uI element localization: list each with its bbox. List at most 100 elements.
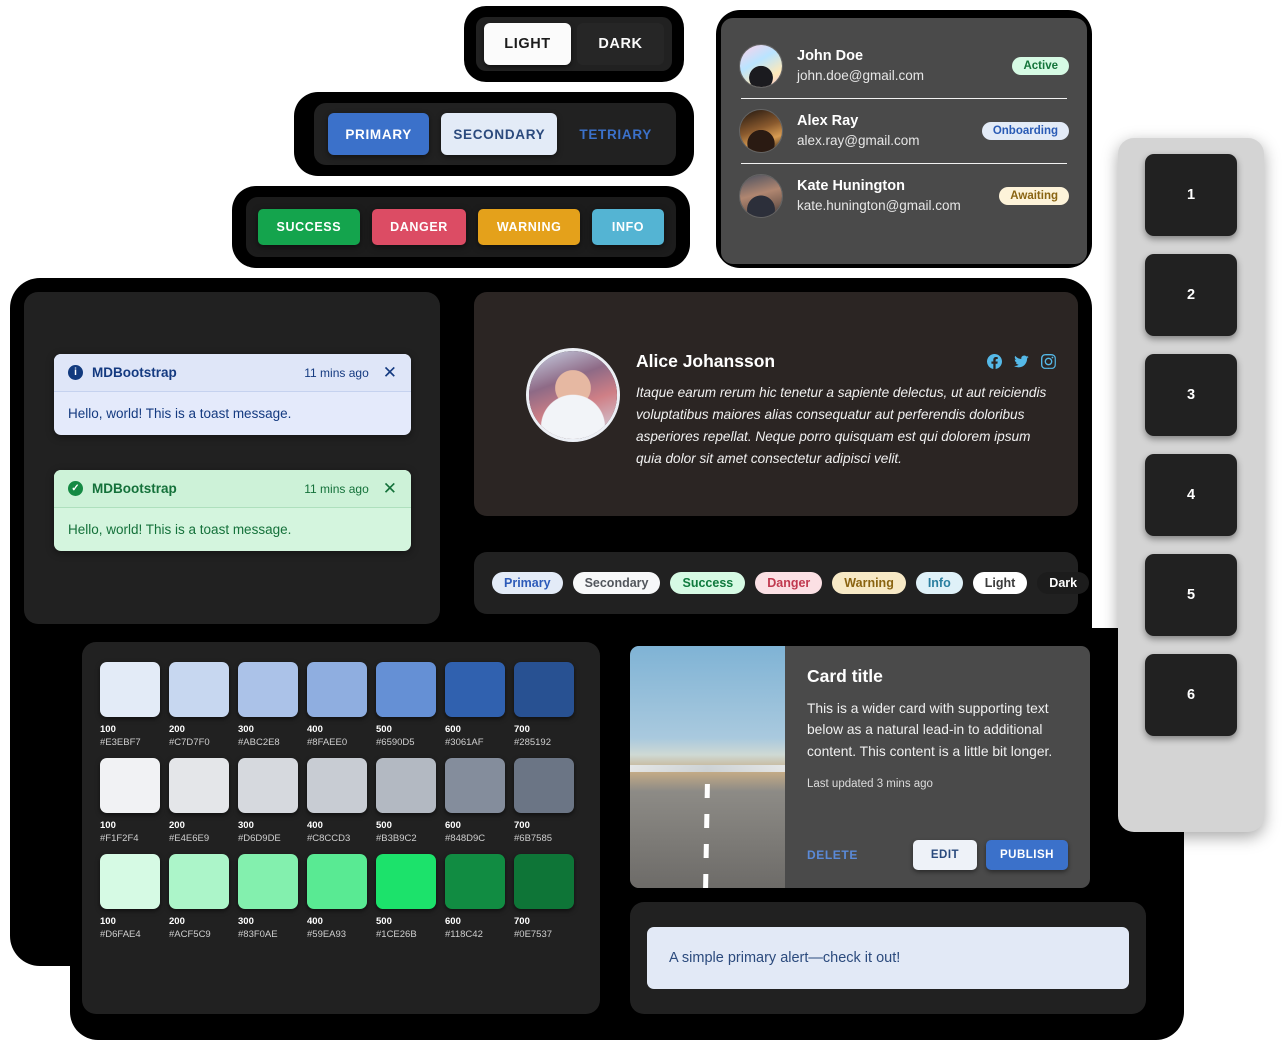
edit-button[interactable]: EDIT: [913, 840, 977, 870]
swatch-color: [238, 854, 298, 909]
swatch-cell[interactable]: 200#ACF5C9: [169, 854, 229, 940]
theme-dark-button[interactable]: DARK: [577, 23, 664, 65]
button-variants-group: PRIMARY SECONDARY TETRIARY: [314, 103, 676, 165]
swatch-hex: #E4E6E9: [169, 833, 229, 844]
swatch-cell[interactable]: 600#848D9C: [445, 758, 505, 844]
list-item[interactable]: 6: [1145, 654, 1237, 736]
primary-alert: A simple primary alert—check it out!: [647, 927, 1129, 989]
swatch-hex: #B3B9C2: [376, 833, 436, 844]
profile-card: Alice Johansson Itaque earum rerum hic t…: [474, 292, 1078, 516]
swatch-cell[interactable]: 100#F1F2F4: [100, 758, 160, 844]
swatch-cell[interactable]: 100#D6FAE4: [100, 854, 160, 940]
swatch-hex: #ACF5C9: [169, 929, 229, 940]
secondary-button[interactable]: SECONDARY: [441, 113, 557, 155]
user-row[interactable]: Alex Rayalex.ray@gmail.comOnboarding: [739, 99, 1069, 163]
profile-social-links: [987, 354, 1056, 374]
swatch-hex: #F1F2F4: [100, 833, 160, 844]
user-email: kate.hunington@gmail.com: [797, 197, 961, 215]
swatch-hex: #ABC2E8: [238, 737, 298, 748]
swatch-step: 200: [169, 820, 229, 831]
list-item[interactable]: 4: [1145, 454, 1237, 536]
swatch-color: [169, 854, 229, 909]
swatch-cell[interactable]: 500#B3B9C2: [376, 758, 436, 844]
alert-panel: A simple primary alert—check it out!: [630, 902, 1146, 1014]
swatch-step: 700: [514, 820, 574, 831]
swatch-cell[interactable]: 200 #E4E6E9: [169, 758, 229, 844]
swatch-cell[interactable]: 500#6590D5: [376, 662, 436, 748]
status-button-success[interactable]: SUCCESS: [258, 209, 360, 245]
swatch-color: [307, 758, 367, 813]
toast-title: MDBootstrap: [92, 365, 177, 380]
swatch-cell[interactable]: 400#59EA93: [307, 854, 367, 940]
swatch-step: 400: [307, 916, 367, 927]
check-circle-icon: ✓: [68, 481, 83, 496]
user-list-panel: John Doejohn.doe@gmail.comActiveAlex Ray…: [716, 10, 1092, 268]
badge-info: Info: [916, 572, 963, 594]
avatar: [739, 109, 783, 153]
card-title: Card title: [807, 666, 1068, 687]
swatch-hex: #118C42: [445, 929, 505, 940]
swatch-hex: #E3EBF7: [100, 737, 160, 748]
card-image: [630, 646, 785, 888]
swatch-color: [376, 662, 436, 717]
swatch-row-green: 100#D6FAE4200#ACF5C9300#83F0AE400#59EA93…: [100, 854, 582, 940]
toast-body: Hello, world! This is a toast message.: [54, 392, 411, 435]
swatch-cell[interactable]: 300#83F0AE: [238, 854, 298, 940]
swatch-color: [307, 662, 367, 717]
swatch-step: 400: [307, 724, 367, 735]
twitter-icon[interactable]: [1014, 354, 1029, 374]
theme-light-button[interactable]: LIGHT: [484, 23, 571, 65]
user-row[interactable]: John Doejohn.doe@gmail.comActive: [739, 34, 1069, 98]
badge-light: Light: [973, 572, 1028, 594]
swatch-cell[interactable]: 300#D6D9DE: [238, 758, 298, 844]
swatch-step: 700: [514, 916, 574, 927]
list-item[interactable]: 1: [1145, 154, 1237, 236]
status-buttons-group: SUCCESS DANGER WARNING INFO: [246, 197, 676, 257]
swatch-cell[interactable]: 400#C8CCD3: [307, 758, 367, 844]
swatch-color: [376, 854, 436, 909]
instagram-icon[interactable]: [1041, 354, 1056, 374]
user-name: Kate Hunington: [797, 177, 961, 197]
tetriary-button[interactable]: TETRIARY: [569, 113, 662, 155]
swatch-cell[interactable]: 200#C7D7F0: [169, 662, 229, 748]
theme-toggle-group: LIGHT DARK: [476, 17, 672, 71]
swatch-step: 700: [514, 724, 574, 735]
status-buttons-panel: SUCCESS DANGER WARNING INFO: [232, 186, 690, 268]
status-badge: Awaiting: [999, 187, 1069, 205]
swatch-cell[interactable]: 400#8FAEE0: [307, 662, 367, 748]
status-button-info[interactable]: INFO: [592, 209, 664, 245]
user-name: Alex Ray: [797, 112, 920, 132]
swatch-cell[interactable]: 300#ABC2E8: [238, 662, 298, 748]
swatch-hex: #0E7537: [514, 929, 574, 940]
swatch-color: [445, 854, 505, 909]
swatch-hex: #83F0AE: [238, 929, 298, 940]
user-row[interactable]: Kate Huningtonkate.hunington@gmail.com Aw…: [739, 164, 1069, 228]
toast-time: 11 mins ago: [304, 366, 368, 380]
close-icon[interactable]: ✕: [383, 480, 397, 497]
primary-button[interactable]: PRIMARY: [328, 113, 429, 155]
swatch-cell[interactable]: 600#118C42: [445, 854, 505, 940]
swatch-cell[interactable]: 700 #0E7537: [514, 854, 574, 940]
swatch-cell[interactable]: 700 #285192: [514, 662, 574, 748]
status-button-danger[interactable]: DANGER: [372, 209, 467, 245]
badge-row: PrimarySecondarySuccessDangerWarningInfo…: [474, 552, 1078, 614]
swatch-cell[interactable]: 600#3061AF: [445, 662, 505, 748]
list-item[interactable]: 5: [1145, 554, 1237, 636]
close-icon[interactable]: ✕: [383, 364, 397, 381]
swatch-step: 600: [445, 724, 505, 735]
publish-button[interactable]: PUBLISH: [986, 840, 1068, 870]
facebook-icon[interactable]: [987, 354, 1002, 374]
swatch-cell[interactable]: 100#E3EBF7: [100, 662, 160, 748]
card-subtext: Last updated 3 mins ago: [807, 778, 1068, 790]
swatch-cell[interactable]: 700 #6B7585: [514, 758, 574, 844]
list-item[interactable]: 2: [1145, 254, 1237, 336]
swatch-cell[interactable]: 500#1CE26B: [376, 854, 436, 940]
swatch-hex: #285192: [514, 737, 574, 748]
swatch-hex: #6B7585: [514, 833, 574, 844]
status-button-warning[interactable]: WARNING: [478, 209, 580, 245]
list-item[interactable]: 3: [1145, 354, 1237, 436]
swatch-color: [445, 758, 505, 813]
delete-button[interactable]: DELETE: [807, 848, 858, 862]
swatch-hex: #6590D5: [376, 737, 436, 748]
card-actions: DELETE EDIT PUBLISH: [807, 840, 1068, 870]
